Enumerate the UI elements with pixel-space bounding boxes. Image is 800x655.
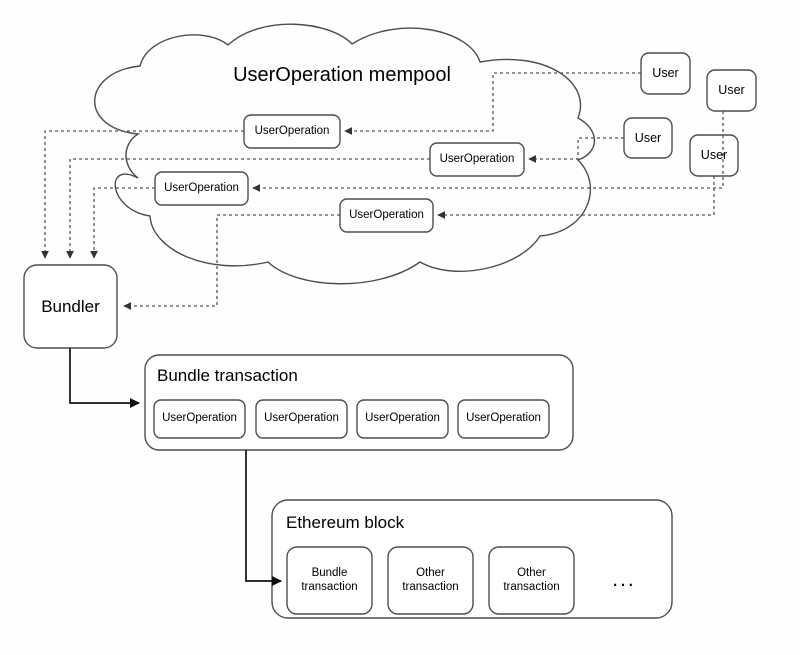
edge-bundler-to-bundle-transaction xyxy=(69,348,141,409)
block-tx-box-2 xyxy=(387,546,474,615)
user-box-1 xyxy=(640,52,691,95)
bundle-op-box-2 xyxy=(255,399,348,439)
bundle-op-box-3 xyxy=(356,399,449,439)
edge-user3-to-op2 xyxy=(528,137,624,163)
bundle-op-box-4 xyxy=(457,399,550,439)
edge-op3-to-bundler xyxy=(90,187,155,259)
edge-user4-to-op4 xyxy=(437,176,715,219)
block-tx-box-3 xyxy=(488,546,575,615)
user-box-3 xyxy=(623,117,673,159)
mempool-op-box-2 xyxy=(429,142,525,177)
mempool-op-box-1 xyxy=(243,114,341,149)
user-box-2 xyxy=(706,69,757,112)
mempool-op-box-4 xyxy=(339,198,434,233)
user-box-4 xyxy=(689,134,739,177)
diagram-vector-layer xyxy=(23,23,757,619)
bundle-op-box-1 xyxy=(153,399,246,439)
mempool-op-box-3 xyxy=(154,171,249,206)
bundler-box xyxy=(23,264,118,349)
edge-user1-to-op1 xyxy=(344,72,641,135)
edge-op4-to-bundler xyxy=(123,214,340,310)
block-tx-box-1 xyxy=(286,546,373,615)
diagram-canvas: UserOperation mempool UserOperation User… xyxy=(0,0,800,655)
